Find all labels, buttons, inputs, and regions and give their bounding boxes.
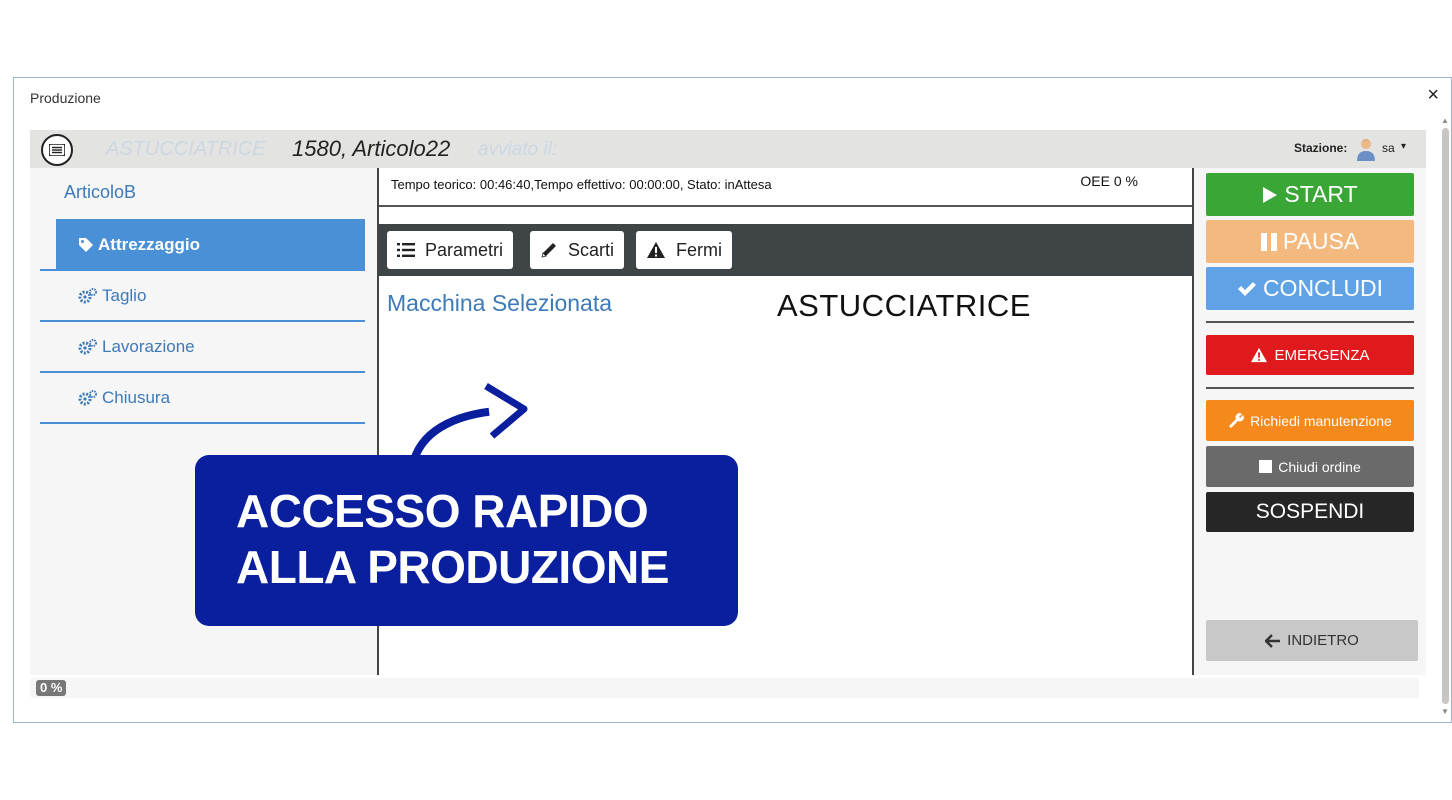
action-divider	[1206, 387, 1414, 389]
top-machine-name: ASTUCCIATRICE	[106, 138, 266, 160]
list-icon	[397, 243, 415, 257]
back-label: INDIETRO	[1287, 632, 1359, 649]
gears-icon	[78, 389, 98, 406]
check-icon	[1237, 281, 1256, 296]
close-icon[interactable]: ×	[1427, 84, 1439, 107]
tab-fermi[interactable]: Fermi	[636, 231, 732, 269]
status-line: Tempo teorico: 00:46:40,Tempo effettivo:…	[391, 177, 772, 192]
tab-label: Parametri	[425, 239, 504, 260]
scroll-down-icon[interactable]: ▼	[1441, 707, 1449, 716]
tab-label: Fermi	[676, 239, 722, 260]
sidebar-item-label: Chiusura	[102, 387, 171, 407]
warning-icon	[1251, 347, 1268, 363]
gears-icon	[78, 338, 98, 355]
conclude-label: CONCLUDI	[1262, 275, 1384, 301]
start-button[interactable]: START	[1206, 173, 1414, 216]
selected-machine-label: Macchina Selezionata	[387, 290, 613, 316]
tab-label: Scarti	[568, 239, 615, 260]
request-maintenance-button[interactable]: Richiedi manutenzione	[1206, 400, 1414, 441]
top-bar: ASTUCCIATRICE 1580, Articolo22 avviato i…	[30, 130, 1426, 168]
tab-scarti[interactable]: Scarti	[530, 231, 625, 269]
suspend-button[interactable]: SOSPENDI	[1206, 492, 1414, 532]
promo-callout: ACCESSO RAPIDO ALLA PRODUZIONE	[195, 455, 738, 626]
selected-machine-name: ASTUCCIATRICE	[777, 288, 1031, 323]
sidebar-item-chiusura[interactable]: Chiusura	[56, 372, 365, 423]
maintenance-label: Richiedi manutenzione	[1250, 412, 1392, 429]
sidebar-item-label: Attrezzaggio	[98, 234, 200, 254]
suspend-label: SOSPENDI	[1255, 500, 1365, 523]
tab-parametri[interactable]: Parametri	[387, 231, 514, 269]
user-avatar-icon[interactable]	[1356, 137, 1376, 161]
conclude-button[interactable]: CONCLUDI	[1206, 267, 1414, 310]
progress-bar: 0 %	[30, 678, 1419, 698]
pause-icon	[1260, 232, 1277, 251]
scrollbar-thumb[interactable]	[1442, 128, 1449, 704]
sidebar-divider	[40, 422, 365, 424]
oee-value: OEE 0 %	[1080, 173, 1138, 189]
warning-icon	[647, 242, 665, 258]
sidebar-item-label: Lavorazione	[102, 336, 195, 356]
close-order-button[interactable]: Chiudi ordine	[1206, 446, 1414, 487]
close-order-label: Chiudi ordine	[1278, 458, 1361, 475]
tab-bar: Parametri Scarti Fermi	[379, 224, 1192, 276]
sidebar-item-label: Taglio	[102, 285, 147, 305]
user-name[interactable]: sa	[1382, 141, 1395, 155]
sidebar-item-lavorazione[interactable]: Lavorazione	[56, 321, 365, 372]
back-button[interactable]: INDIETRO	[1206, 620, 1418, 661]
play-icon	[1263, 186, 1278, 203]
tag-icon	[78, 237, 94, 253]
sidebar-item-attrezzaggio[interactable]: Attrezzaggio	[56, 219, 365, 270]
sidebar-item-taglio[interactable]: Taglio	[56, 270, 365, 321]
station-label: Stazione:	[1294, 141, 1348, 155]
order-info: 1580, Articolo22	[292, 136, 451, 161]
chevron-down-icon[interactable]: ▾	[1401, 141, 1406, 152]
production-window: Produzione × ASTUCCIATRICE 1580, Articol…	[13, 77, 1452, 723]
arrow-left-icon	[1265, 633, 1281, 648]
scroll-up-icon[interactable]: ▲	[1441, 116, 1449, 125]
wrench-icon	[1229, 412, 1245, 428]
emergency-label: EMERGENZA	[1274, 346, 1370, 364]
emergency-button[interactable]: EMERGENZA	[1206, 335, 1414, 375]
pencil-icon	[541, 243, 556, 258]
callout-text: ACCESSO RAPIDO ALLA PRODUZIONE	[236, 483, 669, 595]
progress-label: 0 %	[36, 680, 67, 696]
pause-button[interactable]: PAUSA	[1206, 220, 1414, 263]
gears-icon	[78, 287, 98, 304]
checkbox-icon	[1259, 460, 1273, 473]
window-title: Produzione	[30, 90, 101, 106]
vertical-scrollbar[interactable]: ▲ ▼	[1441, 116, 1450, 716]
start-label: START	[1284, 181, 1358, 207]
action-divider	[1206, 321, 1414, 323]
started-label: avviato il:	[478, 139, 558, 160]
callout-line-1: ACCESSO RAPIDO	[236, 485, 649, 537]
action-panel: START PAUSA CONCLUDI EMERGENZA Richiedi …	[1194, 168, 1426, 675]
pause-label: PAUSA	[1282, 228, 1360, 254]
center-divider	[379, 205, 1192, 207]
menu-icon[interactable]	[41, 134, 73, 166]
article-header: ArticoloB	[64, 182, 137, 202]
callout-line-2: ALLA PRODUZIONE	[236, 541, 669, 593]
